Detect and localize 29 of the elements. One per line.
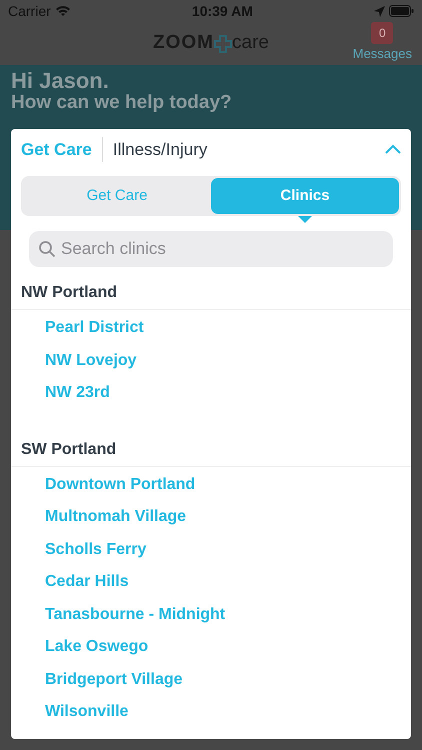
search-icon: [38, 240, 56, 258]
breadcrumb-link[interactable]: Get Care: [21, 136, 92, 162]
segment-tab[interactable]: Get Care: [23, 178, 211, 214]
battery-icon: [388, 5, 414, 17]
chevron-up-icon[interactable]: [385, 144, 401, 154]
clinic-link[interactable]: Pearl District: [11, 312, 411, 344]
wifi-icon: [54, 5, 71, 17]
segment-tab[interactable]: Clinics: [211, 178, 399, 214]
greeting-subtitle: How can we help today?: [11, 93, 233, 114]
clinic-link[interactable]: Multnomah Village: [11, 501, 411, 534]
clinic-link[interactable]: Cedar Hills: [11, 566, 411, 598]
pointer-icon: [298, 216, 312, 223]
section-heading: SW Portland: [11, 424, 411, 466]
clinic-link[interactable]: Bridgeport Village: [11, 664, 411, 696]
messages-badge[interactable]: 0: [371, 22, 394, 44]
search-field[interactable]: Search clinics: [29, 231, 393, 267]
clinic-link[interactable]: Downtown Portland: [11, 468, 411, 501]
clinic-link[interactable]: Tanasbourne - Midnight: [11, 598, 411, 631]
messages-label[interactable]: Messages: [352, 44, 412, 64]
greeting-title: Hi Jason.: [11, 69, 110, 94]
section-heading: NW Portland: [11, 267, 411, 310]
clinic-link[interactable]: Wilsonville: [11, 696, 411, 728]
clinic-link[interactable]: Lake Oswego: [11, 631, 411, 664]
clinic-link[interactable]: NW Lovejoy: [11, 344, 411, 377]
plus-icon: [214, 34, 232, 52]
clinic-link[interactable]: Scholls Ferry: [11, 534, 411, 566]
clinic-link[interactable]: NW 23rd: [11, 377, 411, 410]
category-label: Illness/Injury: [102, 136, 208, 162]
location-arrow-icon: [374, 6, 385, 16]
